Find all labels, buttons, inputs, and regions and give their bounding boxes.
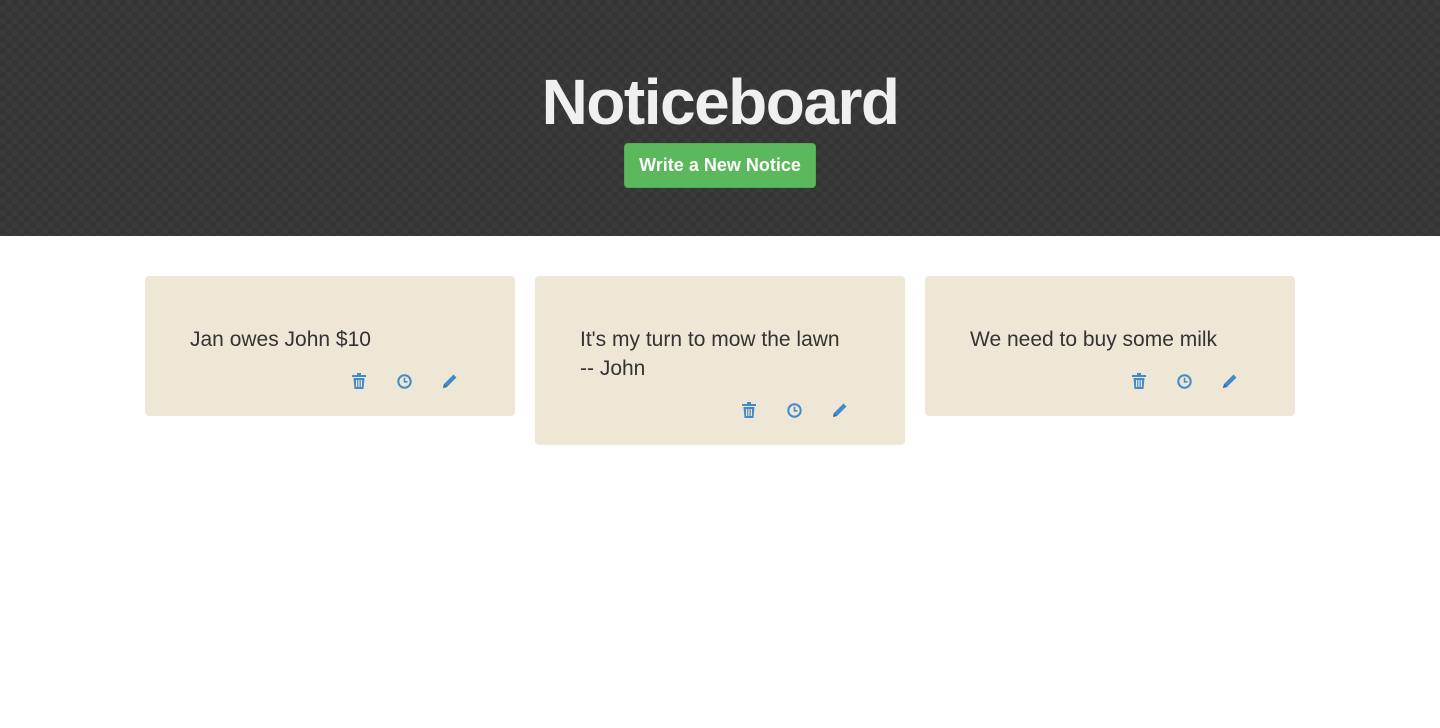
delete-notice-trash-icon[interactable] xyxy=(349,371,369,391)
edit-notice-pencil-icon[interactable] xyxy=(830,400,850,420)
notice-actions xyxy=(190,354,470,416)
notice-card: It's my turn to mow the lawn -- John xyxy=(535,276,905,445)
page-title: Noticeboard xyxy=(541,66,900,138)
notice-time-clock-icon[interactable] xyxy=(1174,371,1194,391)
notice-text: It's my turn to mow the lawn -- John xyxy=(580,328,840,380)
notice-time-clock-icon[interactable] xyxy=(394,371,414,391)
edit-notice-pencil-icon[interactable] xyxy=(440,371,460,391)
notice-actions xyxy=(580,383,860,445)
delete-notice-trash-icon[interactable] xyxy=(739,400,759,420)
notice-card: Jan owes John $10 xyxy=(145,276,515,416)
notice-text: Jan owes John $10 xyxy=(190,328,371,351)
edit-notice-pencil-icon[interactable] xyxy=(1220,371,1240,391)
page-header: Noticeboard Write a New Notice xyxy=(0,0,1440,236)
notice-card: We need to buy some milk xyxy=(925,276,1295,416)
delete-notice-trash-icon[interactable] xyxy=(1129,371,1149,391)
notice-time-clock-icon[interactable] xyxy=(784,400,804,420)
notice-text: We need to buy some milk xyxy=(970,328,1218,351)
write-new-notice-button[interactable]: Write a New Notice xyxy=(624,143,816,188)
notice-actions xyxy=(970,354,1250,416)
